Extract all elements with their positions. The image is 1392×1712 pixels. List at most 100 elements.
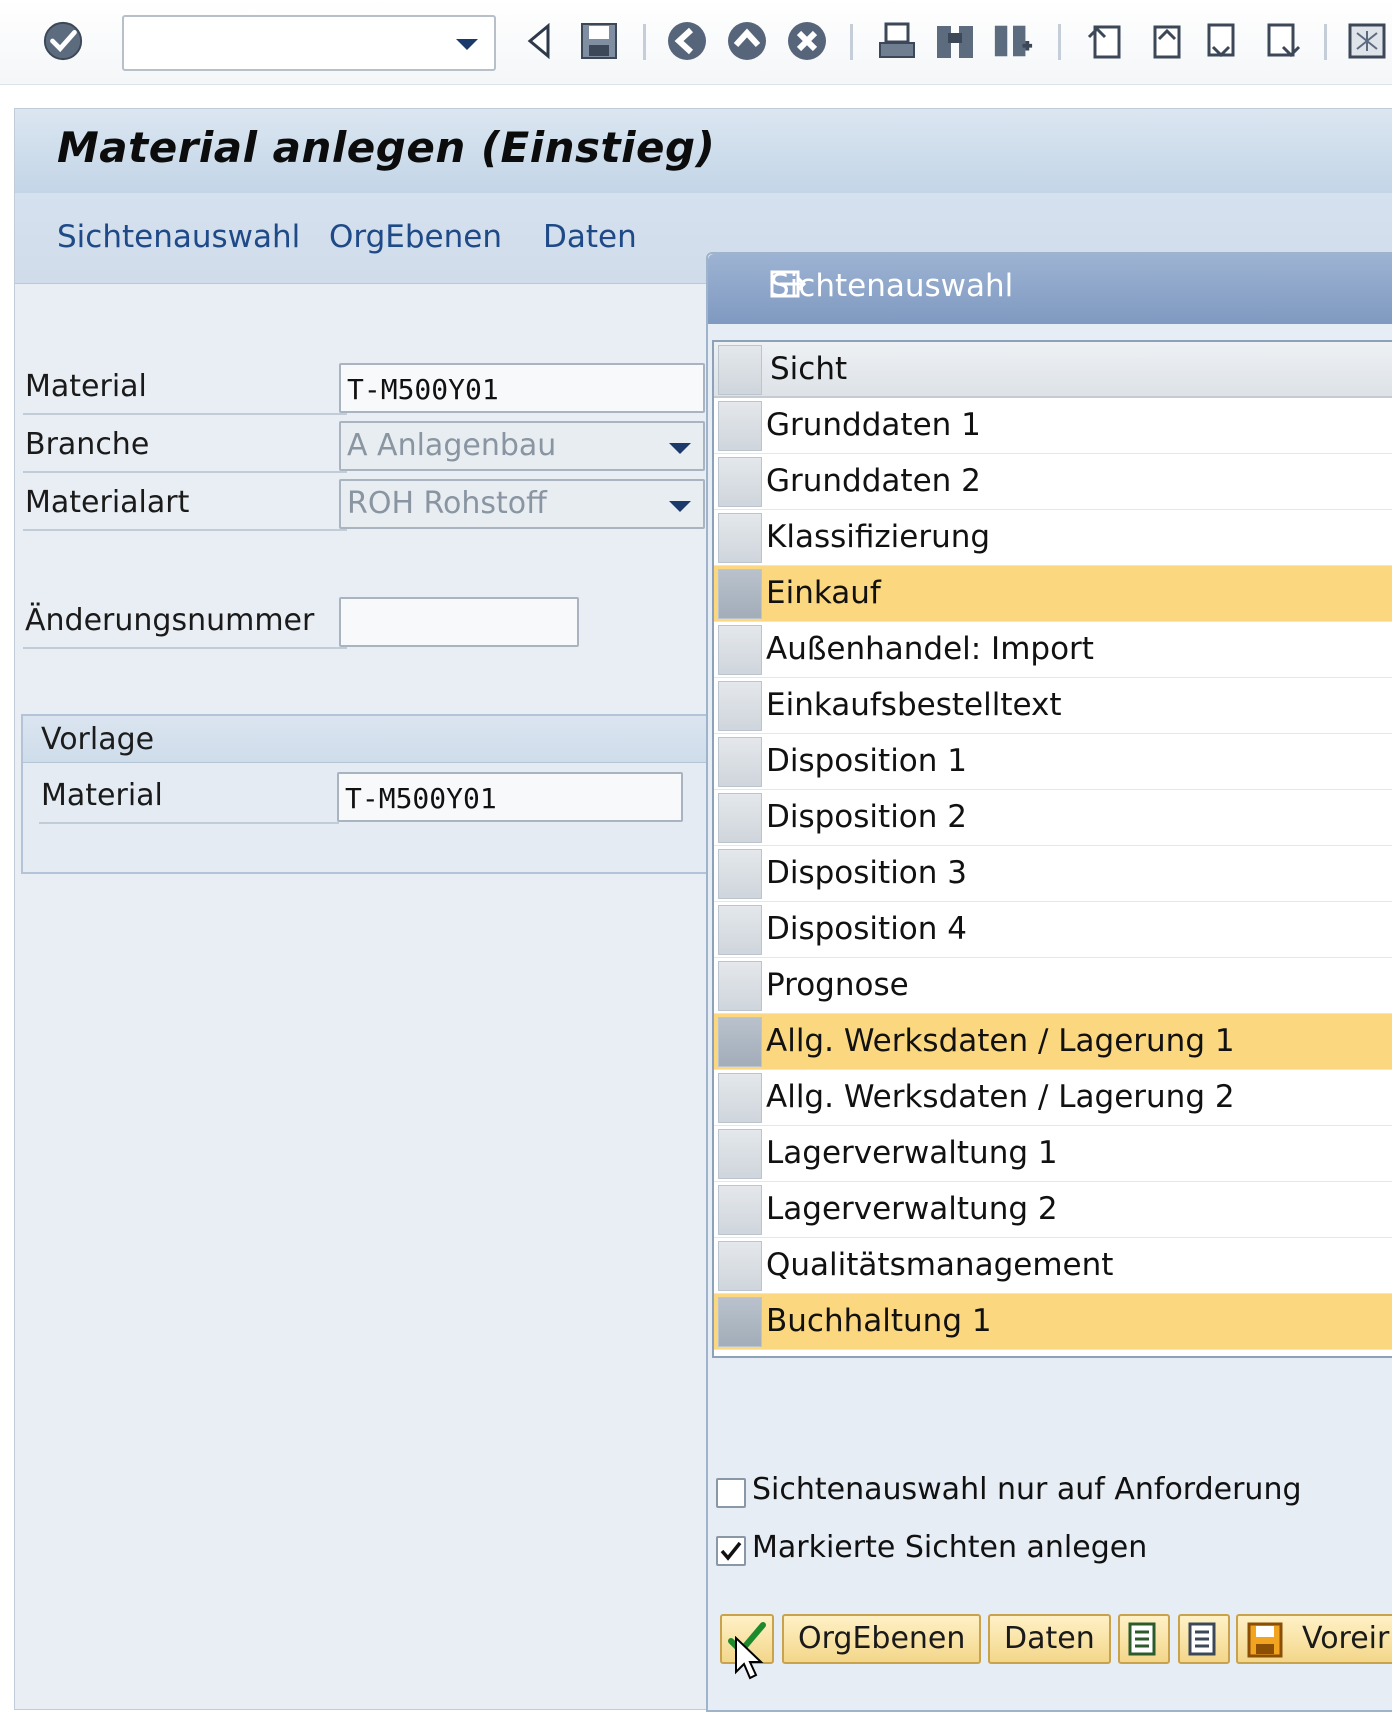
toolbar-separator bbox=[643, 24, 646, 60]
row-selector-cell[interactable] bbox=[718, 793, 762, 843]
view-label: Disposition 1 bbox=[766, 743, 968, 779]
menu-item-sichtenauswahl[interactable]: Sichtenauswahl bbox=[57, 219, 300, 255]
cancel-icon[interactable] bbox=[786, 18, 828, 64]
table-row[interactable]: Disposition 3 bbox=[714, 846, 1392, 902]
create-marked-label: Markierte Sichten anlegen bbox=[752, 1530, 1148, 1565]
sichtenauswahl-dialog: Sichtenauswahl Sicht Grunddaten 1 Grundda… bbox=[706, 252, 1392, 1712]
table-row[interactable]: Allg. Werksdaten / Lagerung 1 bbox=[714, 1014, 1392, 1070]
enter-icon[interactable] bbox=[42, 18, 84, 64]
materialart-label: Materialart bbox=[25, 485, 190, 520]
view-label: Außenhandel: Import bbox=[766, 631, 1094, 667]
last-page-icon[interactable] bbox=[1262, 18, 1304, 64]
select-all-button[interactable] bbox=[1118, 1614, 1170, 1664]
column-header-sicht[interactable]: Sicht bbox=[770, 351, 847, 387]
voreinstellung-label: Voreir bbox=[1302, 1621, 1390, 1656]
table-row[interactable]: Lagerverwaltung 1 bbox=[714, 1126, 1392, 1182]
row-selector-cell[interactable] bbox=[718, 1129, 762, 1179]
mouse-cursor-icon bbox=[734, 1635, 764, 1684]
aenderungsnummer-field[interactable] bbox=[339, 597, 579, 647]
find-next-icon[interactable] bbox=[992, 18, 1034, 64]
view-label: Lagerverwaltung 1 bbox=[766, 1135, 1058, 1171]
daten-button[interactable]: Daten bbox=[988, 1614, 1111, 1664]
view-label: Buchhaltung 1 bbox=[766, 1303, 992, 1339]
select-all-cell[interactable] bbox=[718, 345, 762, 395]
vorlage-material-label: Material bbox=[41, 778, 163, 813]
toolbar-separator bbox=[850, 24, 853, 60]
chevron-down-icon[interactable] bbox=[669, 501, 691, 512]
toolbar-separator bbox=[1324, 24, 1327, 60]
system-toolbar bbox=[0, 0, 1392, 85]
print-icon[interactable] bbox=[876, 18, 918, 64]
branche-select[interactable]: A Anlagenbau bbox=[339, 421, 705, 471]
view-label: Disposition 4 bbox=[766, 911, 968, 947]
row-selector-cell[interactable] bbox=[718, 737, 762, 787]
view-label: Prognose bbox=[766, 967, 909, 1003]
view-label: Allg. Werksdaten / Lagerung 1 bbox=[766, 1023, 1235, 1059]
row-selector-cell[interactable] bbox=[718, 1241, 762, 1291]
first-page-icon[interactable] bbox=[1084, 18, 1126, 64]
branche-value: A Anlagenbau bbox=[347, 428, 557, 463]
row-selector-cell[interactable] bbox=[718, 513, 762, 563]
table-row[interactable]: Buchhaltung 1 bbox=[714, 1294, 1392, 1350]
create-marked-checkbox[interactable] bbox=[716, 1536, 746, 1566]
vorlage-title: Vorlage bbox=[41, 722, 155, 757]
on-request-checkbox[interactable] bbox=[716, 1478, 746, 1508]
row-selector-cell[interactable] bbox=[718, 569, 762, 619]
row-selector-cell[interactable] bbox=[718, 457, 762, 507]
view-label: Grunddaten 2 bbox=[766, 463, 981, 499]
row-selector-cell[interactable] bbox=[718, 1017, 762, 1067]
aenderungsnummer-label: Änderungsnummer bbox=[25, 603, 315, 638]
next-page-icon[interactable] bbox=[1202, 18, 1244, 64]
table-row[interactable]: Klassifizierung bbox=[714, 510, 1392, 566]
view-label: Disposition 2 bbox=[766, 799, 968, 835]
material-field[interactable]: T-M500Y01 bbox=[339, 363, 705, 413]
view-label: Einkauf bbox=[766, 575, 881, 611]
row-selector-cell[interactable] bbox=[718, 849, 762, 899]
deselect-all-button[interactable] bbox=[1178, 1614, 1230, 1664]
row-selector-cell[interactable] bbox=[718, 961, 762, 1011]
orgebenen-button[interactable]: OrgEbenen bbox=[782, 1614, 982, 1664]
exit-icon[interactable] bbox=[726, 18, 768, 64]
materialart-select[interactable]: ROH Rohstoff bbox=[339, 479, 705, 529]
table-row[interactable]: Disposition 2 bbox=[714, 790, 1392, 846]
row-selector-cell[interactable] bbox=[718, 681, 762, 731]
row-selector-cell[interactable] bbox=[718, 905, 762, 955]
table-row[interactable]: Prognose bbox=[714, 958, 1392, 1014]
save-icon[interactable] bbox=[578, 18, 620, 64]
command-field[interactable] bbox=[122, 15, 496, 71]
table-row[interactable]: Grunddaten 2 bbox=[714, 454, 1392, 510]
table-row[interactable]: Außenhandel: Import bbox=[714, 622, 1392, 678]
chevron-down-icon[interactable] bbox=[669, 443, 691, 454]
table-row[interactable]: Qualitätsmanagement bbox=[714, 1238, 1392, 1294]
row-selector-cell[interactable] bbox=[718, 401, 762, 451]
dialog-titlebar[interactable]: Sichtenauswahl bbox=[708, 254, 1392, 324]
table-row[interactable]: Einkauf bbox=[714, 566, 1392, 622]
checkmark-icon bbox=[720, 1541, 742, 1561]
prev-page-icon[interactable] bbox=[1144, 18, 1186, 64]
table-row[interactable]: Allg. Werksdaten / Lagerung 2 bbox=[714, 1070, 1392, 1126]
vorlage-material-field[interactable]: T-M500Y01 bbox=[337, 772, 683, 822]
table-row[interactable]: Einkaufsbestelltext bbox=[714, 678, 1392, 734]
nav-back-icon[interactable] bbox=[666, 18, 708, 64]
menu-item-daten[interactable]: Daten bbox=[543, 219, 637, 255]
menu-item-orgebenen[interactable]: OrgEbenen bbox=[329, 219, 502, 255]
command-input[interactable] bbox=[130, 23, 444, 65]
voreinstellung-button[interactable]: Voreir bbox=[1236, 1614, 1392, 1664]
view-label: Einkaufsbestelltext bbox=[766, 687, 1062, 723]
row-selector-cell[interactable] bbox=[718, 1297, 762, 1347]
row-selector-cell[interactable] bbox=[718, 1073, 762, 1123]
deselect-all-icon bbox=[1188, 1622, 1216, 1656]
new-session-icon[interactable] bbox=[1346, 18, 1388, 64]
toolbar-separator bbox=[1058, 24, 1061, 60]
chevron-down-icon[interactable] bbox=[456, 39, 478, 50]
table-row[interactable]: Disposition 1 bbox=[714, 734, 1392, 790]
row-selector-cell[interactable] bbox=[718, 1185, 762, 1235]
table-header-row: Sicht bbox=[714, 342, 1392, 398]
back-icon[interactable] bbox=[518, 18, 560, 64]
on-request-label: Sichtenauswahl nur auf Anforderung bbox=[752, 1472, 1302, 1507]
row-selector-cell[interactable] bbox=[718, 625, 762, 675]
find-icon[interactable] bbox=[934, 18, 976, 64]
table-row[interactable]: Disposition 4 bbox=[714, 902, 1392, 958]
table-row[interactable]: Lagerverwaltung 2 bbox=[714, 1182, 1392, 1238]
table-row[interactable]: Grunddaten 1 bbox=[714, 398, 1392, 454]
